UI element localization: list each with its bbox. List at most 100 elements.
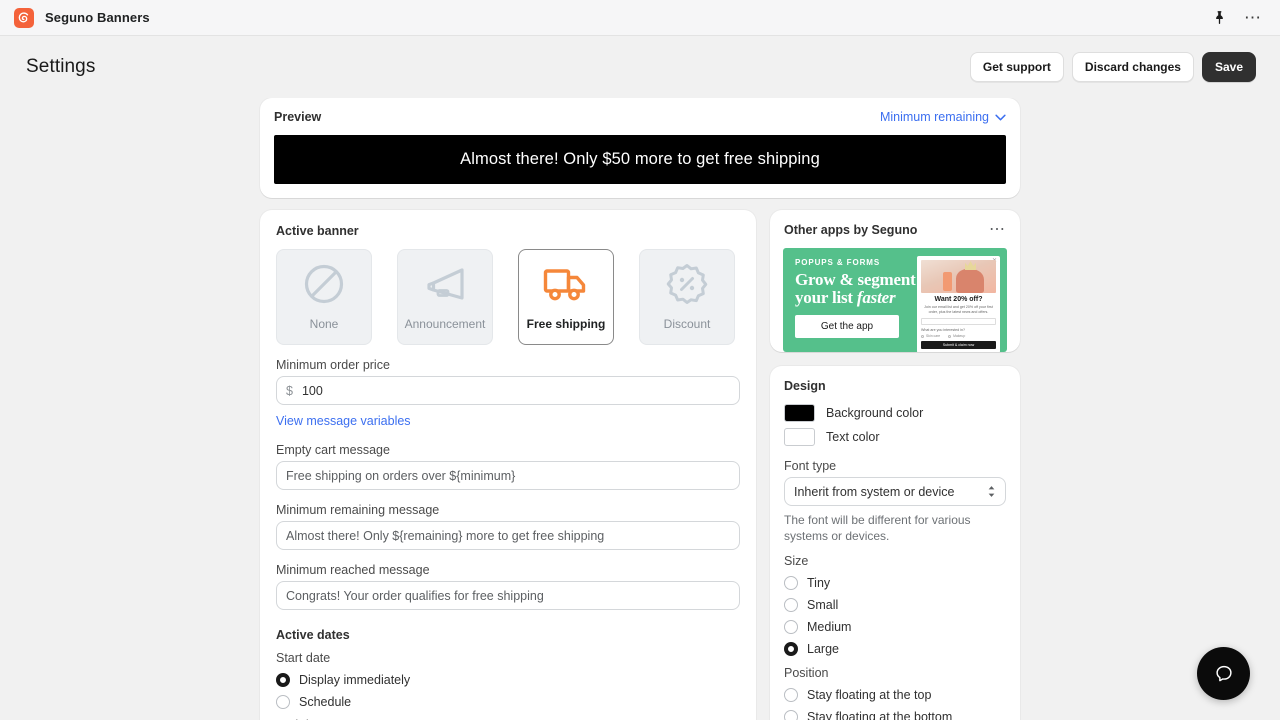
two-column-layout: Active banner None Announcement Free shi… <box>260 210 1020 720</box>
select-caret-icon <box>987 485 996 498</box>
radio-icon <box>784 642 798 656</box>
promo-modal-title: Want 20% off? <box>934 296 983 303</box>
banner-option-none[interactable]: None <box>276 249 372 345</box>
promo-modal-option-b: Makeup <box>948 334 965 338</box>
min-order-price-value: 100 <box>301 383 323 398</box>
promo-headline-line2: your list <box>795 288 857 307</box>
banner-option-announcement[interactable]: Announcement <box>397 249 493 345</box>
position-label: Position <box>784 666 829 680</box>
size-option-tiny[interactable]: Tiny <box>784 576 1006 590</box>
other-apps-header: Other apps by Seguno ⋯ <box>770 210 1020 238</box>
background-color-label: Background color <box>826 406 924 420</box>
promo-modal-options: Skin care Makeup <box>921 334 996 338</box>
min-remaining-message-label: Minimum remaining message <box>276 503 440 517</box>
promo-headline: Grow & segment your list faster <box>795 271 931 307</box>
radio-label: Tiny <box>807 576 831 590</box>
radio-icon <box>784 688 798 702</box>
promo-modal: ✕ Want 20% off? Join our email list and … <box>917 256 1000 352</box>
min-reached-message-field: Minimum reached message Congrats! Your o… <box>276 563 740 610</box>
megaphone-icon <box>422 260 468 308</box>
design-title: Design <box>784 379 826 393</box>
font-type-label: Font type <box>784 459 837 473</box>
main-column: Active banner None Announcement Free shi… <box>260 210 756 720</box>
size-label: Size <box>784 554 809 568</box>
min-reached-message-label: Minimum reached message <box>276 563 430 577</box>
chevron-down-icon <box>995 114 1006 120</box>
get-support-button[interactable]: Get support <box>969 52 1064 82</box>
promo-option-label: Makeup <box>953 334 966 338</box>
promo-image-crown <box>965 261 976 270</box>
start-date-option-display-immediately[interactable]: Display immediately <box>276 673 740 687</box>
position-option-bottom[interactable]: Stay floating at the bottom <box>784 710 1006 720</box>
radio-icon <box>784 710 798 720</box>
preview-state-selector[interactable]: Minimum remaining <box>880 110 1006 124</box>
size-option-small[interactable]: Small <box>784 598 1006 612</box>
min-order-price-label: Minimum order price <box>276 358 390 372</box>
min-remaining-message-input[interactable]: Almost there! Only ${remaining} more to … <box>276 521 740 550</box>
promo-headline-emphasis: faster <box>856 288 896 307</box>
start-date-option-schedule[interactable]: Schedule <box>276 695 740 709</box>
promo-product-image <box>921 260 996 293</box>
size-option-medium[interactable]: Medium <box>784 620 1006 634</box>
more-horizontal-icon[interactable]: ⋯ <box>989 222 1006 238</box>
promo-get-the-app-button[interactable]: Get the app <box>795 315 899 338</box>
side-column: Other apps by Seguno ⋯ POPUPS & FORMS Gr… <box>770 210 1020 720</box>
min-reached-message-value: Congrats! Your order qualifies for free … <box>286 588 544 603</box>
promo-banner[interactable]: POPUPS & FORMS Grow & segment your list … <box>783 248 1007 352</box>
save-button[interactable]: Save <box>1201 52 1256 82</box>
preview-header: Preview Minimum remaining <box>274 110 1006 124</box>
app-name-label: Seguno Banners <box>45 10 150 25</box>
radio-label: Large <box>807 642 839 656</box>
seguno-swirl-logo-icon <box>14 7 34 28</box>
content-wrapper: Preview Minimum remaining Almost there! … <box>260 98 1020 720</box>
preview-banner-text: Almost there! Only $50 more to get free … <box>460 150 820 168</box>
preview-card: Preview Minimum remaining Almost there! … <box>260 98 1020 198</box>
chat-bubble-icon <box>1215 665 1232 681</box>
background-color-swatch[interactable] <box>784 404 815 422</box>
preview-label: Preview <box>274 110 322 124</box>
font-type-helper-text: The font will be different for various s… <box>784 513 971 543</box>
start-date-label: Start date <box>276 651 331 665</box>
pin-icon[interactable] <box>1213 10 1226 25</box>
discard-changes-button[interactable]: Discard changes <box>1071 52 1194 82</box>
banner-option-discount[interactable]: Discount <box>639 249 735 345</box>
empty-cart-message-input[interactable]: Free shipping on orders over ${minimum} <box>276 461 740 490</box>
promo-modal-question: What are you interested in? <box>921 328 965 332</box>
radio-icon <box>784 576 798 590</box>
app-topbar: Seguno Banners ⋯ <box>0 0 1280 36</box>
more-horizontal-icon[interactable]: ⋯ <box>1244 9 1262 26</box>
empty-cart-message-value: Free shipping on orders over ${minimum} <box>286 468 516 483</box>
radio-label: Medium <box>807 620 852 634</box>
promo-modal-submit-button: Submit & claim now <box>921 341 996 349</box>
promo-modal-preview: ✕ Want 20% off? Join our email list and … <box>917 256 1000 352</box>
min-reached-message-input[interactable]: Congrats! Your order qualifies for free … <box>276 581 740 610</box>
min-order-price-field: Minimum order price $ 100 <box>276 358 740 405</box>
promo-copy: POPUPS & FORMS Grow & segment your list … <box>783 248 931 352</box>
empty-cart-message-label: Empty cart message <box>276 443 390 457</box>
help-chat-button[interactable] <box>1197 647 1250 700</box>
promo-headline-line1: Grow & segment <box>795 270 916 289</box>
text-color-swatch[interactable] <box>784 428 815 446</box>
text-color-label: Text color <box>826 430 880 444</box>
view-message-variables-link[interactable]: View message variables <box>276 414 411 428</box>
banner-option-label: Discount <box>663 317 711 331</box>
text-color-row: Text color <box>784 428 1006 446</box>
font-type-select[interactable]: Inherit from system or device <box>784 477 1006 506</box>
active-dates-title: Active dates <box>276 628 350 642</box>
radio-label: Stay floating at the top <box>807 688 932 702</box>
min-order-price-input[interactable]: $ 100 <box>276 376 740 405</box>
promo-modal-body: Join our email list and get 20% off your… <box>924 305 993 314</box>
position-option-top[interactable]: Stay floating at the top <box>784 688 1006 702</box>
delivery-truck-icon <box>543 260 589 308</box>
banner-option-free-shipping[interactable]: Free shipping <box>518 249 614 345</box>
promo-modal-option-a: Skin care <box>921 334 940 338</box>
promo-modal-email-input <box>921 318 996 325</box>
radio-icon <box>948 334 952 338</box>
size-option-large[interactable]: Large <box>784 642 1006 656</box>
currency-prefix: $ <box>286 383 293 398</box>
radio-icon <box>784 598 798 612</box>
font-type-field: Font type Inherit from system or device … <box>784 459 1006 544</box>
promo-option-label: Skin care <box>926 334 941 338</box>
topbar-actions: ⋯ <box>1213 9 1266 26</box>
active-banner-options: None Announcement Free shipping Discount <box>276 249 740 345</box>
